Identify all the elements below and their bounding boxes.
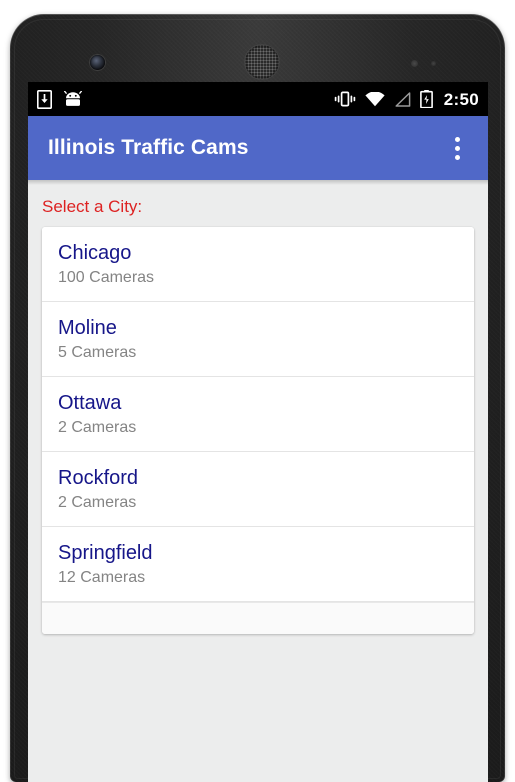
cell-signal-icon	[394, 91, 411, 107]
overflow-menu-button[interactable]	[444, 128, 470, 168]
proximity-sensor-icon	[411, 60, 418, 67]
city-name: Springfield	[58, 542, 153, 565]
overflow-dot	[454, 145, 460, 151]
front-camera-icon	[90, 55, 105, 70]
status-bar-clock: 2:50	[443, 89, 479, 109]
city-name: Moline	[58, 317, 117, 340]
content-area: Select a City: Chicago 100 Cameras Molin…	[28, 185, 488, 782]
list-item-partial[interactable]	[42, 602, 474, 635]
earpiece-speaker-icon	[245, 45, 279, 79]
list-item[interactable]: Rockford 2 Cameras	[42, 452, 474, 528]
android-robot-icon	[64, 90, 82, 108]
battery-charging-icon	[419, 90, 433, 108]
city-list-card: Chicago 100 Cameras Moline 5 Cameras Ott…	[42, 227, 474, 635]
app-bar: Illinois Traffic Cams	[28, 116, 488, 180]
wifi-icon	[365, 91, 385, 107]
camera-count: 2 Cameras	[58, 494, 137, 512]
app-title: Illinois Traffic Cams	[48, 136, 249, 159]
city-name: Rockford	[58, 467, 139, 490]
camera-count: 12 Cameras	[58, 569, 146, 587]
city-name: Ottawa	[58, 392, 122, 415]
list-item[interactable]: Chicago 100 Cameras	[42, 227, 474, 303]
phone-device-frame: 2:50 Illinois Traffic Cams Select a City…	[10, 14, 505, 782]
list-item[interactable]: Moline 5 Cameras	[42, 302, 474, 378]
camera-count: 100 Cameras	[58, 269, 155, 287]
camera-count: 5 Cameras	[58, 344, 137, 362]
section-label: Select a City:	[42, 197, 143, 216]
list-item[interactable]: Springfield 12 Cameras	[42, 527, 474, 603]
overflow-dot	[454, 136, 460, 142]
list-item[interactable]: Ottawa 2 Cameras	[42, 377, 474, 453]
status-bar-right-icons: 2:50	[334, 90, 479, 108]
ambient-light-sensor-icon	[431, 61, 436, 66]
vibrate-icon	[334, 90, 356, 108]
city-name: Chicago	[58, 242, 132, 265]
status-bar: 2:50	[28, 82, 488, 116]
camera-count: 2 Cameras	[58, 419, 137, 437]
download-icon	[37, 89, 52, 109]
phone-screen: 2:50 Illinois Traffic Cams Select a City…	[28, 82, 488, 782]
overflow-dot	[454, 154, 460, 160]
screenshot-root: 2:50 Illinois Traffic Cams Select a City…	[0, 0, 515, 782]
status-bar-left-icons	[37, 89, 82, 109]
